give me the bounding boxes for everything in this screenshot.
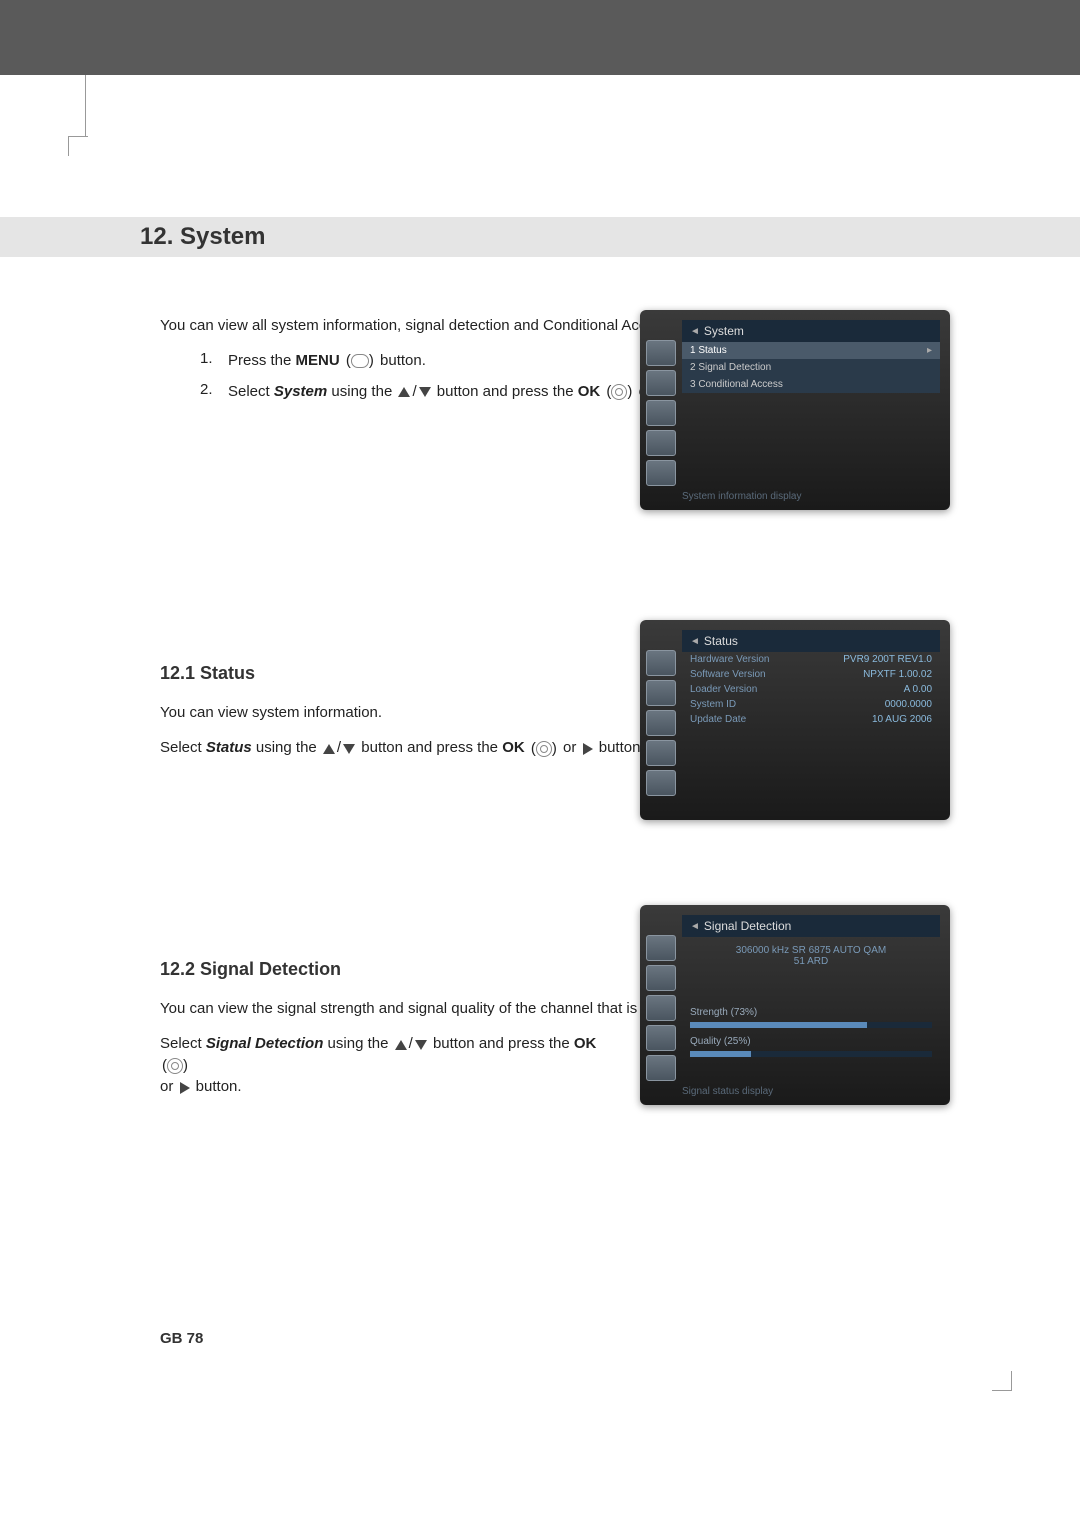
strength-bar <box>690 1022 932 1028</box>
signal-detection-screenshot: Signal Detection 306000 kHz SR 6875 AUTO… <box>640 905 950 1105</box>
right-chevron-icon: ▸ <box>927 345 932 356</box>
menu-item-conditional-access: 3 Conditional Access <box>682 376 940 393</box>
sidebar-icon <box>646 650 676 676</box>
crop-mark-br <box>992 1371 1012 1391</box>
status-screenshot: Status Hardware Version PVR9 200T REV1.0… <box>640 620 950 820</box>
sidebar-icon <box>646 370 676 396</box>
right-arrow-icon <box>180 1077 190 1098</box>
menu-title: System <box>682 320 940 342</box>
sidebar-icon <box>646 1055 676 1081</box>
status-row-software: Software Version NPXTF 1.00.02 <box>682 667 940 682</box>
signal-instruction: Select Signal Detection using the / butt… <box>160 1033 600 1098</box>
up-arrow-icon <box>398 381 410 404</box>
status-row-systemid: System ID 0000.0000 <box>682 697 940 712</box>
quality-bar <box>690 1051 932 1057</box>
status-title: Status <box>682 630 940 652</box>
sidebar-icon <box>646 1025 676 1051</box>
sidebar-icon <box>646 460 676 486</box>
sidebar-icon <box>646 965 676 991</box>
menu-sidebar <box>646 340 676 486</box>
sidebar-icon <box>646 995 676 1021</box>
status-row-loader: Loader Version A 0.00 <box>682 682 940 697</box>
menu-sidebar <box>646 650 676 796</box>
status-panel: Status Hardware Version PVR9 200T REV1.0… <box>682 630 940 727</box>
menu-button-icon: () <box>346 350 374 373</box>
signal-panel: Signal Detection 306000 kHz SR 6875 AUTO… <box>682 915 940 1063</box>
sidebar-icon <box>646 770 676 796</box>
strength-bar-fill <box>690 1022 867 1028</box>
sidebar-icon <box>646 935 676 961</box>
up-arrow-icon <box>323 738 335 759</box>
step-text: Press the MENU () button. <box>228 350 426 373</box>
menu-panel: System 1 Status ▸ 2 Signal Detection 3 C… <box>682 320 940 393</box>
status-row-hardware: Hardware Version PVR9 200T REV1.0 <box>682 652 940 667</box>
sidebar-icon <box>646 430 676 456</box>
ok-button-icon: () <box>162 1055 188 1076</box>
sidebar-icon <box>646 400 676 426</box>
status-row-update: Update Date 10 AUG 2006 <box>682 712 940 727</box>
top-bar <box>0 0 1080 75</box>
right-arrow-icon <box>583 738 593 759</box>
sidebar-icon <box>646 740 676 766</box>
down-arrow-icon <box>415 1034 427 1055</box>
page-number: GB 78 <box>160 1330 203 1347</box>
signal-channel-info: 306000 kHz SR 6875 AUTO QAM 51 ARD <box>682 937 940 975</box>
ok-button-icon: () <box>606 381 632 404</box>
menu-sidebar <box>646 935 676 1081</box>
vertical-rule <box>85 75 86 137</box>
ok-button-icon: () <box>531 738 557 759</box>
chapter-title: 12. System <box>140 223 1080 251</box>
up-arrow-icon <box>395 1034 407 1055</box>
menu-item-status: 1 Status ▸ <box>682 342 940 359</box>
step-number: 2. <box>200 381 220 398</box>
down-arrow-icon <box>343 738 355 759</box>
crop-mark-tl <box>68 136 88 156</box>
down-arrow-icon <box>419 381 431 404</box>
signal-footer-hint: Signal status display <box>682 1086 773 1097</box>
sidebar-icon <box>646 680 676 706</box>
quality-bar-fill <box>690 1051 751 1057</box>
menu-item-signal-detection: 2 Signal Detection <box>682 359 940 376</box>
strength-label: Strength (73%) <box>682 1005 940 1020</box>
sidebar-icon <box>646 340 676 366</box>
section-header-band: 12. System <box>0 217 1080 257</box>
quality-label: Quality (25%) <box>682 1034 940 1049</box>
step-number: 1. <box>200 350 220 367</box>
signal-title: Signal Detection <box>682 915 940 937</box>
menu-footer-hint: System information display <box>682 491 802 502</box>
sidebar-icon <box>646 710 676 736</box>
system-menu-screenshot: System 1 Status ▸ 2 Signal Detection 3 C… <box>640 310 950 510</box>
